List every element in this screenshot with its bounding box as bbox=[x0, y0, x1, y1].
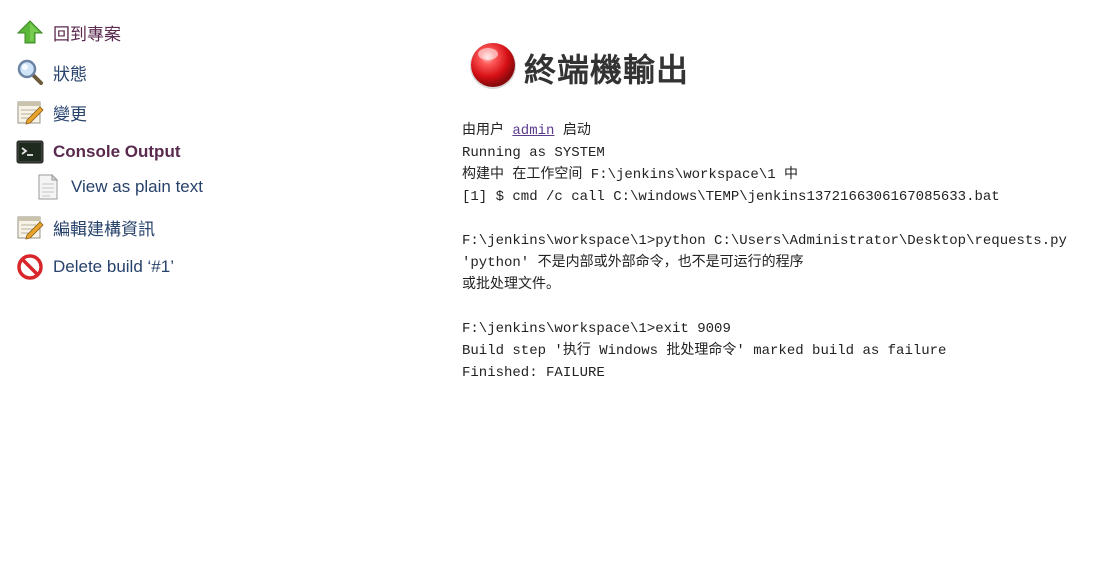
console-started-by-line: 由用户 admin 启动 bbox=[462, 120, 1067, 142]
sidebar-item-back-to-project[interactable]: 回到專案 bbox=[16, 18, 121, 46]
console-line: [1] $ cmd /c call C:\windows\TEMP\jenkin… bbox=[462, 189, 1000, 205]
console-text: 启动 bbox=[554, 123, 591, 139]
console-line: 'python' 不是内部或外部命令，也不是可运行的程序 bbox=[462, 255, 804, 271]
notepad-icon bbox=[16, 98, 44, 126]
page-header: 終端機輸出 bbox=[468, 40, 689, 95]
sidebar-item-delete-build[interactable]: Delete build ‘#1’ bbox=[16, 253, 174, 281]
red-ball-icon bbox=[468, 40, 518, 95]
sidebar-item-label: Console Output bbox=[53, 142, 181, 161]
user-link-admin[interactable]: admin bbox=[512, 123, 554, 139]
sidebar-item-view-plain-text[interactable]: View as plain text bbox=[34, 173, 203, 201]
console-line: F:\jenkins\workspace\1>exit 9009 bbox=[462, 321, 731, 337]
magnifier-icon bbox=[16, 58, 44, 86]
sidebar-item-console-output[interactable]: Console Output bbox=[16, 138, 180, 166]
console-line: 或批处理文件。 bbox=[462, 277, 560, 293]
console-line: F:\jenkins\workspace\1>python C:\Users\A… bbox=[462, 233, 1067, 249]
sidebar-item-label: Delete build ‘#1’ bbox=[53, 257, 174, 276]
sidebar-item-label: 編輯建構資訊 bbox=[53, 219, 155, 239]
sidebar-item-label: 變更 bbox=[53, 104, 87, 124]
sidebar-item-changes[interactable]: 變更 bbox=[16, 98, 87, 126]
console-line: 构建中 在工作空间 F:\jenkins\workspace\1 中 bbox=[462, 167, 799, 183]
console-line: Running as SYSTEM bbox=[462, 145, 605, 161]
jenkins-console-page: 回到專案 狀態 變更 Console Output View as plain … bbox=[0, 0, 1115, 581]
sidebar-item-label: 狀態 bbox=[53, 64, 87, 84]
sidebar-item-status[interactable]: 狀態 bbox=[16, 58, 87, 86]
notepad-icon bbox=[16, 213, 44, 241]
console-output: 由用户 admin 启动 Running as SYSTEM 构建中 在工作空间 F… bbox=[462, 120, 1067, 384]
up-arrow-icon bbox=[16, 18, 44, 46]
page-title: 終端機輸出 bbox=[524, 50, 690, 89]
sidebar-item-label: 回到專案 bbox=[53, 24, 121, 44]
no-entry-icon bbox=[16, 253, 44, 281]
sidebar-item-edit-build-info[interactable]: 編輯建構資訊 bbox=[16, 213, 155, 241]
sidebar-item-label: View as plain text bbox=[71, 177, 203, 196]
console-line: Finished: FAILURE bbox=[462, 365, 605, 381]
terminal-icon bbox=[16, 138, 44, 166]
document-icon bbox=[34, 173, 62, 201]
console-line: Build step '执行 Windows 批处理命令' marked bui… bbox=[462, 343, 947, 359]
console-text: 由用户 bbox=[462, 123, 513, 139]
